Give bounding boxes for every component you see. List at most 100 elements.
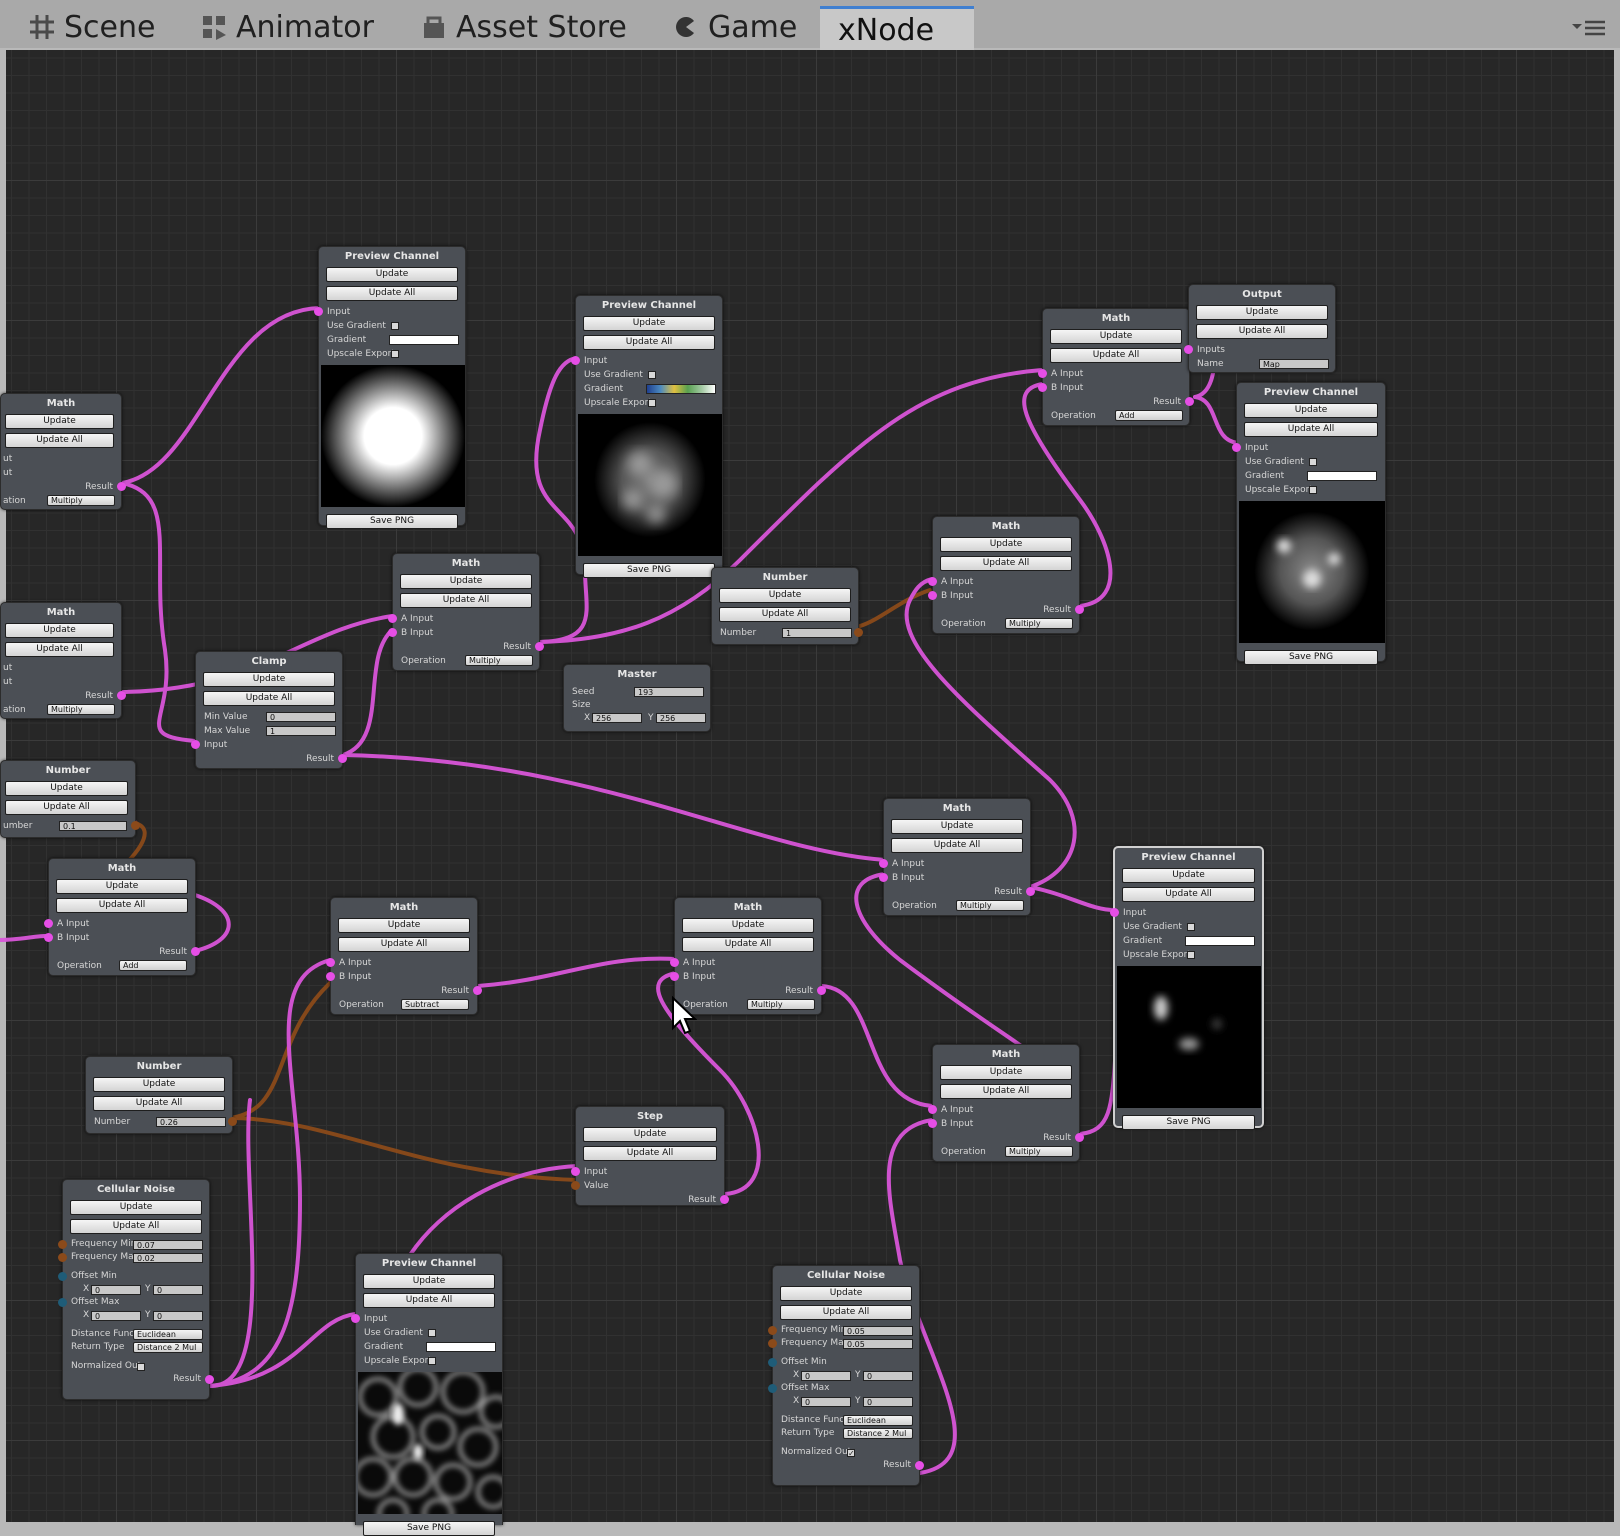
math-node[interactable]: Math Update Update All A Input B Input R… [928,516,1084,634]
update-all-button[interactable]: Update All [338,937,470,952]
operation-dropdown[interactable]: Subtract [401,999,469,1010]
b-input-port[interactable] [388,628,397,637]
a-input-port[interactable] [879,859,888,868]
update-all-button[interactable]: Update All [5,433,114,448]
result-port[interactable] [338,754,347,763]
update-all-button[interactable]: Update All [5,642,114,657]
number-field[interactable]: 0.1 [59,821,127,831]
update-button[interactable]: Update [363,1274,495,1289]
b-input-port[interactable] [928,1119,937,1128]
preview-channel-node[interactable]: Preview Channel Update Update All Input … [351,1253,513,1536]
update-all-button[interactable]: Update All [682,937,814,952]
b-input-port[interactable] [879,873,888,882]
result-port[interactable] [1075,605,1084,614]
frequency-min-field[interactable]: 0.05 [843,1326,913,1336]
upscale-export-checkbox[interactable] [428,1357,436,1365]
upscale-export-checkbox[interactable] [648,399,656,407]
operation-dropdown[interactable]: Multiply [465,655,533,666]
number-port[interactable] [854,628,863,637]
preview-channel-node[interactable]: Preview Channel Update Update All Input … [1110,846,1264,1130]
update-all-button[interactable]: Update All [1122,887,1255,902]
clamp-node[interactable]: Clamp Update Update All Min Value 0 Max V… [191,651,347,769]
a-input-port[interactable] [326,958,335,967]
update-all-button[interactable]: Update All [326,286,458,301]
math-node[interactable]: Math Update Update All A Input B Input R… [326,897,482,1015]
result-port[interactable] [205,1375,214,1384]
number-field[interactable]: 1 [782,628,852,638]
cellular-noise-node[interactable]: Cellular Noise Update Update All Frequen… [58,1179,214,1400]
math-node[interactable]: Math Update Update All A Input B Input R… [879,798,1035,916]
update-button[interactable]: Update [203,672,335,687]
offset-max-port[interactable] [58,1298,67,1307]
update-all-button[interactable]: Update All [363,1293,495,1308]
update-button[interactable]: Update [1244,403,1378,418]
math-node[interactable]: Math Update Update All A Input B Input R… [1038,308,1194,426]
save-png-button[interactable]: Save PNG [363,1521,495,1536]
number-port[interactable] [228,1117,237,1126]
update-all-button[interactable]: Update All [719,607,851,622]
inputs-port[interactable] [1184,345,1193,354]
gradient-field[interactable] [389,335,459,345]
update-button[interactable]: Update [780,1286,912,1301]
update-button[interactable]: Update [326,267,458,282]
offset-max-y-field[interactable]: 0 [153,1311,203,1321]
result-port[interactable] [117,691,126,700]
input-port[interactable] [191,740,200,749]
update-all-button[interactable]: Update All [1050,348,1182,363]
a-input-port[interactable] [1038,369,1047,378]
upscale-export-checkbox[interactable] [1309,486,1317,494]
use-gradient-checkbox[interactable] [428,1329,436,1337]
update-button[interactable]: Update [5,781,128,796]
update-button[interactable]: Update [1122,868,1255,883]
frequency-min-port[interactable] [768,1326,777,1335]
update-button[interactable]: Update [338,918,470,933]
update-all-button[interactable]: Update All [940,1084,1072,1099]
menu-icon[interactable] [1572,18,1606,38]
distance-function-dropdown[interactable]: Euclidean [843,1415,913,1426]
offset-min-x-field[interactable]: 0 [91,1285,141,1295]
update-all-button[interactable]: Update All [891,838,1023,853]
number-node[interactable]: Number Update Update All Number 1 [711,567,863,645]
operation-dropdown[interactable]: Multiply [956,900,1024,911]
math-node[interactable]: Math Update Update All ut ut Result atio… [0,602,126,719]
result-port[interactable] [535,642,544,651]
frequency-min-port[interactable] [58,1240,67,1249]
tab-game[interactable]: Game [672,6,797,48]
input-port[interactable] [1232,443,1241,452]
update-button[interactable]: Update [940,537,1072,552]
input-port[interactable] [571,356,580,365]
frequency-min-field[interactable]: 0.07 [133,1240,203,1250]
number-node[interactable]: Number Update Update All Number 0.26 [85,1056,237,1134]
b-input-port[interactable] [670,972,679,981]
frequency-max-port[interactable] [768,1339,777,1348]
input-port[interactable] [351,1314,360,1323]
result-port[interactable] [817,986,826,995]
tab-animator[interactable]: Animator [200,6,374,48]
input-port[interactable] [1110,908,1119,917]
update-button[interactable]: Update [93,1077,225,1092]
gradient-field[interactable] [646,384,716,394]
update-all-button[interactable]: Update All [56,898,188,913]
value-port[interactable] [571,1181,580,1190]
number-node[interactable]: Number Update Update All umber 0.1 [0,760,140,838]
operation-dropdown[interactable]: Multiply [47,704,115,715]
use-gradient-checkbox[interactable] [1309,458,1317,466]
seed-field[interactable]: 193 [634,687,704,697]
update-button[interactable]: Update [1050,329,1182,344]
update-button[interactable]: Update [940,1065,1072,1080]
distance-function-dropdown[interactable]: Euclidean [133,1329,203,1340]
return-type-dropdown[interactable]: Distance 2 Mul [133,1342,203,1353]
tab-asset-store[interactable]: Asset Store [420,6,627,48]
result-port[interactable] [1185,397,1194,406]
update-button[interactable]: Update [1196,305,1328,320]
result-port[interactable] [1026,887,1035,896]
gradient-field[interactable] [1307,471,1377,481]
result-port[interactable] [473,986,482,995]
min-value-field[interactable]: 0 [266,712,336,722]
size-x-field[interactable]: 256 [592,713,642,723]
a-input-port[interactable] [388,614,397,623]
update-all-button[interactable]: Update All [400,593,532,608]
name-field[interactable]: Map [1259,359,1329,369]
gradient-field[interactable] [1185,936,1255,946]
update-button[interactable]: Update [719,588,851,603]
